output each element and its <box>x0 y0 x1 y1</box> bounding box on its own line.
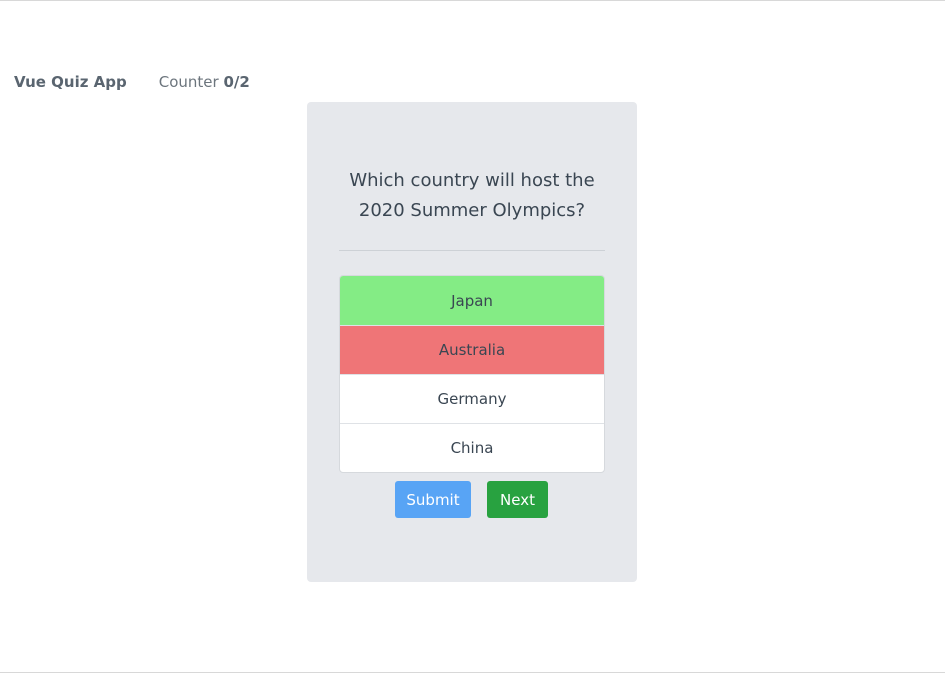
submit-button[interactable]: Submit <box>395 481 471 518</box>
answer-option-japan[interactable]: Japan <box>340 276 604 325</box>
answer-option-china[interactable]: China <box>340 423 604 472</box>
divider <box>339 250 605 251</box>
answer-option-germany[interactable]: Germany <box>340 374 604 423</box>
quiz-card: Which country will host the 2020 Summer … <box>307 102 637 582</box>
question-text: Which country will host the 2020 Summer … <box>349 170 595 221</box>
answer-option-australia[interactable]: Australia <box>340 325 604 374</box>
navbar: Vue Quiz App Counter 0/2 <box>14 71 250 93</box>
counter-label: Counter <box>158 73 219 91</box>
answer-list: Japan Australia Germany China <box>339 275 605 473</box>
action-buttons: Submit Next <box>395 481 548 518</box>
app-brand[interactable]: Vue Quiz App <box>14 73 127 91</box>
next-button[interactable]: Next <box>487 481 548 518</box>
counter-value: 0/2 <box>223 73 250 91</box>
app-frame: Vue Quiz App Counter 0/2 Which country w… <box>0 0 945 673</box>
question-counter: Counter 0/2 <box>159 73 250 91</box>
